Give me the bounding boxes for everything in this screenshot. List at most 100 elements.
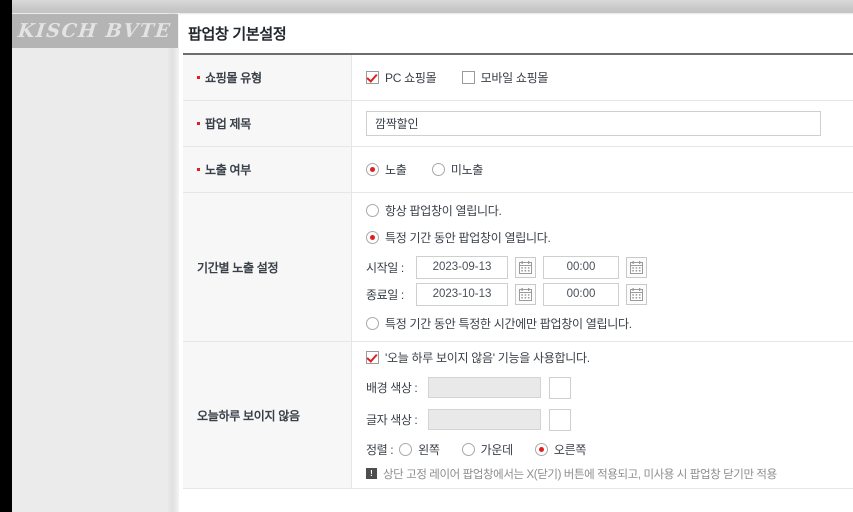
text-color-row: 글자 색상 : [366,408,853,431]
checkbox-pc-shop[interactable]: PC 쇼핑몰 [366,69,437,86]
row-label-text: 기간별 노출 설정 [197,260,279,275]
radio-period-always-label: 항상 팝업창이 열립니다. [385,203,502,218]
checkbox-today-hide-use-label: '오늘 하루 보이지 않음' 기능을 사용합니다. [385,350,590,365]
watermark-logo: KISCH BVTE [12,14,178,48]
background-color-input[interactable] [428,377,541,398]
checkbox-pc-shop-label: PC 쇼핑몰 [385,70,437,85]
start-date-label: 시작일 : [366,260,404,275]
radio-align-left-label: 왼쪽 [418,443,440,457]
start-time-input[interactable] [543,255,619,279]
radio-visible-on[interactable]: 노출 [366,161,407,178]
row-value-today-hide: '오늘 하루 보이지 않음' 기능을 사용합니다. 배경 색상 : 글자 색상 … [351,341,853,489]
row-label-today-hide: 오늘하루 보이지 않음 [183,341,352,489]
alignment-row: 정렬 : 왼쪽 가운데 오른쪽 [366,441,853,459]
info-badge-icon: ! [366,467,377,479]
radio-visible-off-label: 미노출 [450,162,484,177]
radio-align-right[interactable]: 오른쪽 [534,441,587,458]
checkbox-mobile-shop[interactable]: 모바일 쇼핑몰 [461,69,549,86]
row-value-popup-title [351,100,853,147]
radio-align-left[interactable]: 왼쪽 [399,441,440,458]
note-text: 상단 고정 레이어 팝업창에서는 X(닫기) 버튼에 적용되고, 미사용 시 팝… [383,468,777,481]
checkbox-icon-unchecked[interactable] [461,70,475,84]
page-title: 팝업창 기본설정 [188,26,287,43]
radio-icon-unchecked[interactable] [399,443,413,456]
radio-icon-unchecked[interactable] [461,443,475,456]
radio-period-always[interactable]: 항상 팝업창이 열립니다. [366,202,502,219]
checkbox-mobile-shop-label: 모바일 쇼핑몰 [480,70,549,85]
radio-icon-unchecked[interactable] [431,162,445,176]
radio-visible-off[interactable]: 미노출 [431,161,484,178]
radio-icon-unchecked[interactable] [366,316,379,330]
checkbox-icon-checked[interactable] [366,350,379,364]
radio-period-range-time[interactable]: 특정 기간 동안 특정한 시간에만 팝업창이 열립니다. [366,315,632,332]
radio-icon-checked[interactable] [534,443,548,456]
text-color-swatch[interactable] [549,408,571,431]
radio-align-center[interactable]: 가운데 [461,441,514,458]
radio-period-range-label: 특정 기간 동안 팝업창이 열립니다. [385,230,551,245]
table-row-period: 기간별 노출 설정 항상 팝업창이 열립니다. 특정 기간 동안 팝업창이 열립… [183,192,853,342]
required-dot-icon [197,76,200,79]
row-value-period: 항상 팝업창이 열립니다. 특정 기간 동안 팝업창이 열립니다. 시작일: … [351,192,853,342]
end-date-label: 종료일 : [366,287,404,302]
row-value-shop-type: PC 쇼핑몰 모바일 쇼핑몰 [351,55,853,101]
table-row-today-hide: 오늘하루 보이지 않음 '오늘 하루 보이지 않음' 기능을 사용합니다. 배경… [183,341,853,489]
calendar-icon-start-time[interactable] [626,256,647,278]
radio-visible-on-label: 노출 [385,162,407,177]
radio-period-range[interactable]: 특정 기간 동안 팝업창이 열립니다. [366,229,551,246]
top-gray-band [12,0,853,13]
table-row-popup-title: 팝업 제목 [183,100,853,147]
left-dark-strip [0,0,12,512]
checkbox-icon-checked[interactable] [366,70,379,84]
background-color-label: 배경 색상 : [366,381,418,395]
required-dot-icon [197,168,200,171]
left-side-panel [12,0,179,512]
period-date-fields: 시작일 : 2023-09-13 00:00 종료일: 2023-10-13 … [366,255,853,306]
checkbox-today-hide-use[interactable]: '오늘 하루 보이지 않음' 기능을 사용합니다. [366,349,590,366]
start-date-input[interactable] [416,255,508,279]
left-panel-edge [168,0,179,512]
row-value-visibility: 노출 미노출 [351,146,853,193]
radio-icon-checked[interactable] [366,230,379,244]
watermark-text: KISCH BVTE [17,20,173,42]
calendar-icon-end-date[interactable] [515,283,536,305]
table-row-shop-type: 쇼핑몰 유형 PC 쇼핑몰 모바일 쇼핑몰 [183,55,853,101]
note-row: ! 상단 고정 레이어 팝업창에서는 X(닫기) 버튼에 적용되고, 미사용 시… [366,466,853,482]
text-color-input[interactable] [428,409,541,430]
radio-align-center-label: 가운데 [480,443,514,457]
end-date-input[interactable] [416,282,508,306]
calendar-icon-end-time[interactable] [626,283,647,305]
today-hide-use-row: '오늘 하루 보이지 않음' 기능을 사용합니다. [366,349,853,367]
radio-period-range-time-label: 특정 기간 동안 특정한 시간에만 팝업창이 열립니다. [385,316,632,331]
background-color-row: 배경 색상 : [366,376,853,399]
row-label-text: 쇼핑몰 유형 [205,71,262,85]
row-label-text-line1: 오늘하루 보이지 [197,408,276,423]
period-options-block: 항상 팝업창이 열립니다. 특정 기간 동안 팝업창이 열립니다. 시작일: … [366,198,853,337]
start-date-row: 시작일 : [366,255,853,279]
row-label-period: 기간별 노출 설정 [183,192,352,342]
radio-icon-unchecked[interactable] [366,203,379,217]
radio-align-right-label: 오른쪽 [553,443,587,457]
today-hide-block: '오늘 하루 보이지 않음' 기능을 사용합니다. 배경 색상 : 글자 색상 … [366,345,853,486]
row-label-shop-type: 쇼핑몰 유형 [183,55,352,101]
main-content: 팝업창 기본설정 쇼핑몰 유형 PC 쇼핑몰 모바일 쇼핑몰 팝업 제목 깜짝할… [179,15,853,512]
row-label-text: 노출 여부 [205,163,251,177]
page-root: KISCH BVTE 팝업창 기본설정 쇼핑몰 유형 PC 쇼핑몰 모바일 쇼핑… [0,0,853,512]
row-label-visibility: 노출 여부 [183,146,352,193]
radio-icon-checked[interactable] [366,162,379,176]
row-label-text-line2: 않음 [278,408,300,423]
background-color-swatch[interactable] [549,376,571,399]
alignment-label: 정렬 : [366,443,394,457]
settings-form-table: 쇼핑몰 유형 PC 쇼핑몰 모바일 쇼핑몰 팝업 제목 깜짝할인 노출 여부 노… [183,55,853,489]
popup-title-input[interactable] [366,111,821,136]
period-option-always-row: 항상 팝업창이 열립니다. [366,202,853,220]
period-option-range-time-row: 특정 기간 동안 특정한 시간에만 팝업창이 열립니다. [366,315,853,333]
table-row-visibility: 노출 여부 노출 미노출 [183,146,853,193]
text-color-label: 글자 색상 : [366,413,418,427]
row-label-popup-title: 팝업 제목 [183,100,352,147]
period-option-range-row: 특정 기간 동안 팝업창이 열립니다. [366,229,853,247]
calendar-icon-start-date[interactable] [515,256,536,278]
required-dot-icon [197,122,200,125]
row-label-text: 팝업 제목 [205,117,251,131]
end-time-input[interactable] [543,282,619,306]
end-date-row: 종료일 : [366,282,853,306]
